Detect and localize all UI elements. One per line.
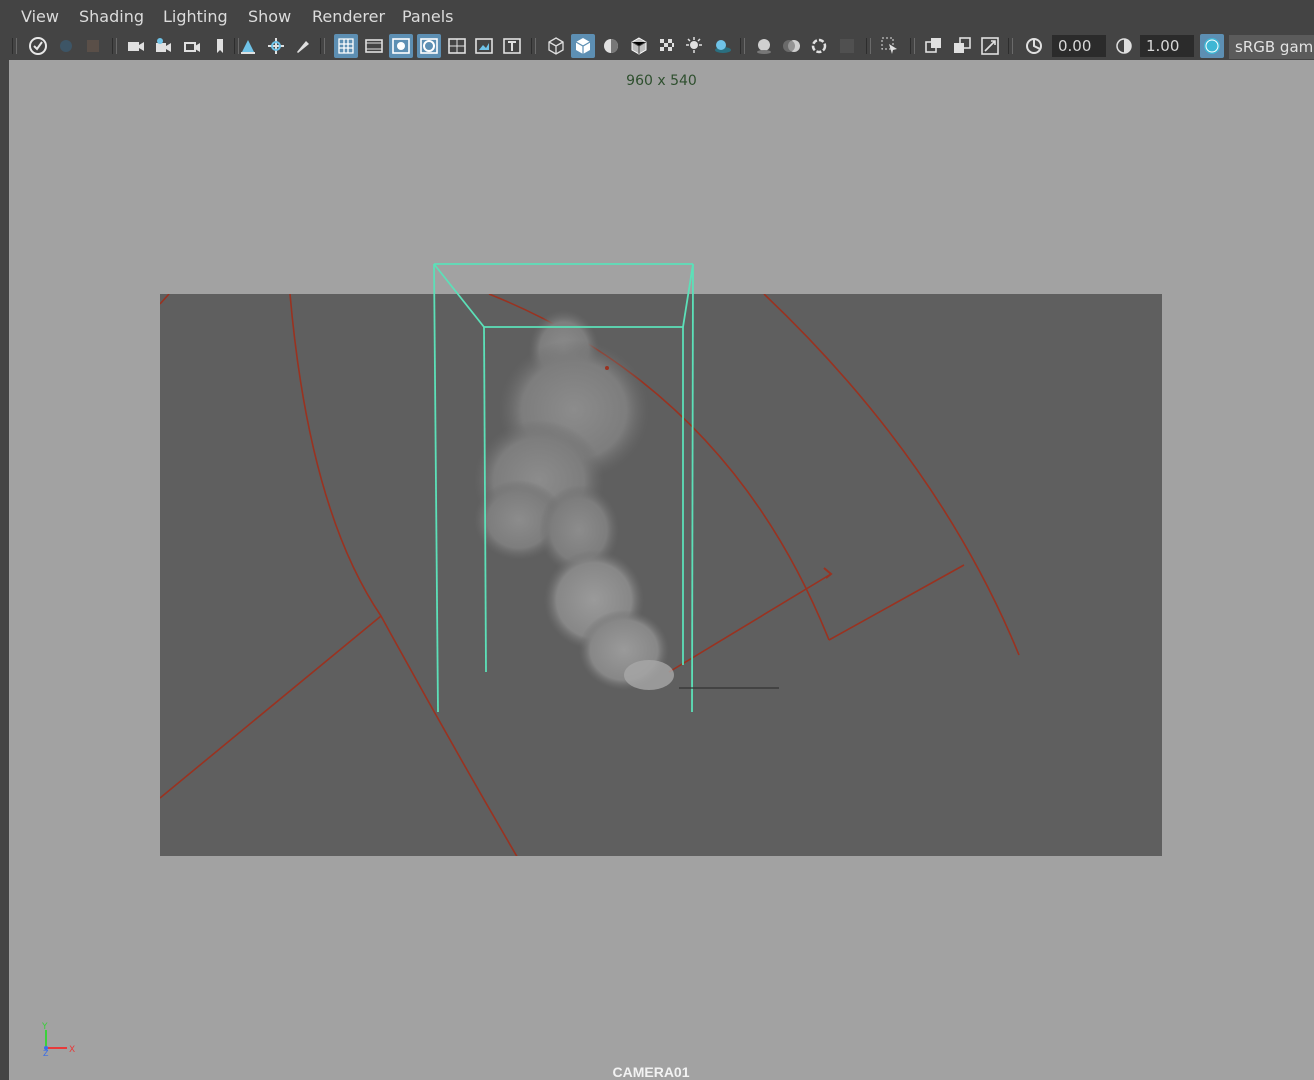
toolbar-separator	[320, 38, 325, 54]
grease-pencil-icon[interactable]	[208, 34, 232, 58]
motion-blur-icon[interactable]	[780, 34, 804, 58]
panel-border	[0, 60, 9, 1080]
resolution-gate-icon[interactable]	[389, 34, 413, 58]
safe-action-icon[interactable]	[472, 34, 496, 58]
camera-attributes-icon[interactable]	[124, 34, 148, 58]
smooth-shade-icon[interactable]	[571, 34, 595, 58]
field-chart-icon[interactable]	[445, 34, 469, 58]
axis-gizmo: Y X Z	[41, 1022, 75, 1058]
use-all-lights-icon[interactable]	[682, 34, 706, 58]
toolbar-separator	[1008, 38, 1013, 54]
depth-of-field-icon[interactable]	[835, 34, 859, 58]
select-camera-icon[interactable]	[26, 34, 50, 58]
menu-show[interactable]: Show	[248, 7, 291, 26]
screen-space-ao-icon[interactable]	[752, 34, 776, 58]
menu-lighting[interactable]: Lighting	[163, 7, 228, 26]
toolbar-separator	[740, 38, 745, 54]
axis-y-label: Y	[41, 1022, 48, 1032]
toolbar-separator	[910, 38, 915, 54]
color-space-dropdown[interactable]: sRGB gam	[1229, 35, 1314, 59]
wireframe-icon[interactable]	[544, 34, 568, 58]
paint-icon[interactable]	[291, 34, 315, 58]
camera-name-label: CAMERA01	[612, 1064, 690, 1080]
menu-panels[interactable]: Panels	[402, 7, 454, 26]
use-default-material-icon[interactable]	[599, 34, 623, 58]
color-management-toggle-icon[interactable]	[1200, 34, 1224, 58]
wireframe-on-shaded-icon[interactable]	[627, 34, 651, 58]
toolbar-separator	[866, 38, 871, 54]
multisample-aa-icon[interactable]	[807, 34, 831, 58]
menu-shading[interactable]: Shading	[79, 7, 144, 26]
camera-bookmark-icon[interactable]	[152, 34, 176, 58]
panel-toolbar: 0.00 1.00 sRGB gam	[0, 32, 1314, 60]
textured-icon[interactable]	[655, 34, 679, 58]
xray-joints-icon[interactable]	[978, 34, 1002, 58]
lock-camera-icon[interactable]	[54, 34, 78, 58]
panel-menu-bar: View Shading Lighting Show Renderer Pane…	[0, 0, 1314, 32]
axis-x-label: X	[69, 1045, 75, 1055]
2d-pan-zoom-icon[interactable]	[180, 34, 204, 58]
safe-title-icon[interactable]	[500, 34, 524, 58]
grid-icon[interactable]	[334, 34, 358, 58]
film-gate-icon[interactable]	[362, 34, 386, 58]
menu-renderer[interactable]: Renderer	[312, 7, 385, 26]
shadows-icon[interactable]	[710, 34, 734, 58]
gamma-field[interactable]: 1.00	[1140, 35, 1194, 57]
xray-active-icon[interactable]	[950, 34, 974, 58]
fluid-smoke[interactable]	[474, 310, 674, 690]
toolbar-separator	[12, 38, 17, 54]
camera-viewport[interactable]: 960 x 540 Y X Z CAMERA01	[9, 60, 1314, 1080]
gamma-icon[interactable]	[1112, 34, 1136, 58]
menu-view[interactable]: View	[21, 7, 59, 26]
bookmark-icon[interactable]	[81, 34, 105, 58]
2d-pan-icon[interactable]	[264, 34, 288, 58]
scene-view: Y X Z	[41, 263, 1020, 1058]
exposure-icon[interactable]	[1022, 34, 1046, 58]
isolate-select-icon[interactable]	[878, 34, 902, 58]
axis-z-label: Z	[43, 1049, 49, 1058]
image-plane-icon[interactable]	[236, 34, 260, 58]
gate-mask-icon[interactable]	[417, 34, 441, 58]
toolbar-separator	[531, 38, 536, 54]
xray-icon[interactable]	[922, 34, 946, 58]
toolbar-separator	[112, 38, 117, 54]
exposure-field[interactable]: 0.00	[1052, 35, 1106, 57]
